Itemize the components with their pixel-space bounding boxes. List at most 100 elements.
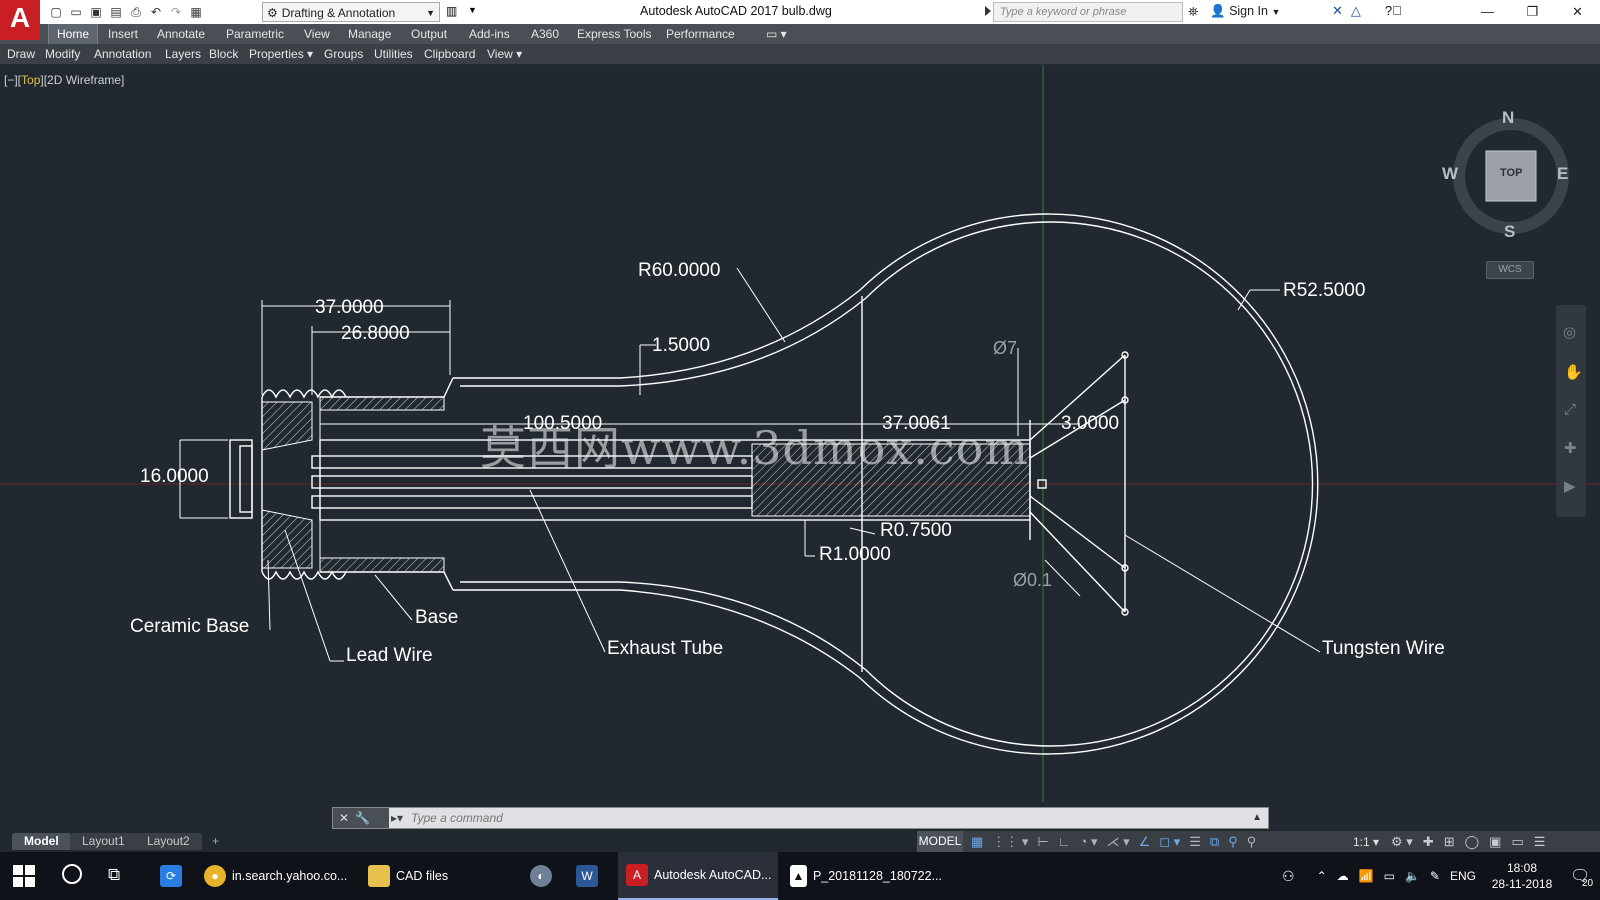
panel-utilities[interactable]: Utilities [374,47,413,61]
wcs-menu[interactable]: WCS [1486,261,1534,279]
orbit-icon[interactable]: ✚ [1564,439,1577,457]
compass-south[interactable]: S [1504,222,1515,242]
undo-icon[interactable]: ↶ [148,4,164,20]
transparency-icon[interactable]: ⧉ [1210,834,1219,850]
panel-properties[interactable]: Properties ▾ [249,47,313,61]
plus-icon[interactable]: ✚ [1423,834,1434,850]
tab-layout2[interactable]: Layout2 [135,833,202,850]
units-icon[interactable]: ⊞ [1444,834,1455,850]
plot-icon[interactable]: ⎙ [128,4,144,20]
notification-center-button[interactable]: 🗨 20 [1560,852,1600,900]
chevron-up-icon[interactable]: ▲ [1252,812,1262,823]
isodraft-icon[interactable]: ⋌ ▾ [1107,834,1130,850]
tab-add-ins[interactable]: Add-ins [469,27,510,41]
annotation-visibility-icon[interactable]: ⚲ [1247,834,1257,850]
search-input[interactable]: Type a keyword or phrase [993,2,1183,22]
close-button[interactable]: ✕ [1555,0,1600,24]
workspace-gear-icon[interactable]: ⚙ ▾ [1391,834,1413,850]
battery-icon[interactable]: ▭ [1384,869,1395,883]
tab-a360[interactable]: A360 [531,27,559,41]
showmotion-icon[interactable]: ▶ [1564,477,1576,495]
compass-east[interactable]: E [1557,164,1568,184]
tab-express-tools[interactable]: Express Tools [577,27,651,41]
volume-icon[interactable]: 🔈 [1405,869,1420,883]
panel-draw[interactable]: Draw [7,47,35,61]
panel-block[interactable]: Block [209,47,238,61]
recent-commands-icon[interactable]: ▸▾ [391,811,403,825]
snap-icon[interactable]: ⋮⋮ ▾ [992,834,1028,850]
visual-style-label[interactable]: ][2D Wireframe] [40,73,124,87]
compass-north[interactable]: N [1502,108,1514,128]
add-layout-button[interactable]: + [200,833,231,850]
qat-menu-icon[interactable]: ▼ [468,5,477,15]
language-indicator[interactable]: ENG [1450,869,1476,883]
tab-view[interactable]: View [304,27,330,41]
tab-layout1[interactable]: Layout1 [70,833,137,850]
layer-icon[interactable]: ▥ [446,4,457,18]
restore-button[interactable]: ❐ [1510,0,1555,24]
panel-groups[interactable]: Groups [324,47,363,61]
tab-annotate[interactable]: Annotate [157,27,205,41]
selection-cycling-icon[interactable]: ⚲ [1228,834,1238,850]
polar-icon[interactable]: ◔ ▾ [1080,834,1098,850]
new-file-icon[interactable]: ▢ [48,4,64,20]
binoculars-icon[interactable]: ⛯ [1188,4,1198,20]
drawing-viewport[interactable]: 37.0000 26.8000 16.0000 1.5000 R60.0000 … [0,65,1600,802]
tab-parametric[interactable]: Parametric [226,27,284,41]
viewport-menu[interactable]: [−][ [4,73,21,87]
taskbar-photo[interactable]: ▲ P_20181128_180722... [782,852,942,900]
help-icon[interactable]: ?⃝ [1385,3,1402,19]
workspace-dropdown[interactable]: ⚙ Drafting & Annotation ▼ [262,2,440,22]
viewcube-face[interactable]: TOP [1500,167,1522,179]
taskbar-chrome[interactable]: ● in.search.yahoo.co... [196,852,356,900]
object-snap-tracking-icon[interactable]: ∠ [1139,834,1151,850]
panel-annotation[interactable]: Annotation [94,47,151,61]
close-icon[interactable]: ✕ [339,811,349,825]
taskbar-cad-files[interactable]: CAD files [360,852,510,900]
save-as-icon[interactable]: ▤ [108,4,124,20]
panel-clipboard[interactable]: Clipboard [424,47,475,61]
viewport-controls[interactable]: [−][Top][2D Wireframe] [4,73,124,87]
sign-in-button[interactable]: 👤 Sign In ▼ [1210,4,1280,19]
people-icon[interactable]: ⚇ [1282,868,1295,885]
a360-icon[interactable]: △ [1351,3,1361,19]
exchange-icon[interactable]: ✕ [1332,3,1343,19]
command-line[interactable]: ✕ 🔧 ▸▾ Type a command ▲ [332,807,1269,829]
ribbon-toggle-icon[interactable]: ▭ ▾ [766,27,787,41]
panel-modify[interactable]: Modify [45,47,80,61]
hardware-icon[interactable]: ▣ [1489,834,1501,850]
infer-icon[interactable]: ⊢ [1037,834,1048,850]
zoom-extents-icon[interactable]: ⤢ [1564,401,1576,418]
redo-icon[interactable]: ↷ [168,4,184,20]
clean-screen-icon[interactable]: ▭ [1511,834,1523,850]
wrench-icon[interactable]: 🔧 [355,811,370,825]
wifi-icon[interactable]: 📶 [1359,869,1374,883]
ortho-icon[interactable]: ∟ [1058,834,1071,850]
minimize-button[interactable]: — [1465,0,1510,24]
tab-output[interactable]: Output [411,27,447,41]
tab-home[interactable]: Home [48,24,99,44]
taskbar-autocad[interactable]: A Autodesk AutoCAD... [618,852,778,900]
windows-start-icon[interactable] [12,864,36,888]
save-icon[interactable]: ▣ [88,4,104,20]
object-snap-icon[interactable]: ◻ ▾ [1159,834,1180,850]
search-icon[interactable] [62,864,82,884]
grid-icon[interactable]: ▦ [971,834,983,850]
customize-icon[interactable]: ☰ [1534,834,1546,850]
panel-view[interactable]: View ▾ [487,47,522,61]
steering-wheel-icon[interactable]: ◎ [1563,323,1576,341]
lineweight-icon[interactable]: ☰ [1189,834,1201,850]
taskbar-word[interactable]: W [568,852,612,900]
command-input[interactable]: Type a command [411,811,503,825]
annotation-scale[interactable]: 1:1 ▾ [1353,835,1379,849]
panel-layers[interactable]: Layers [165,47,201,61]
search-expand-icon[interactable] [985,6,991,16]
model-space-button[interactable]: MODEL [917,831,963,852]
taskbar-paint[interactable]: ◐ [522,852,566,900]
tab-manage[interactable]: Manage [348,27,391,41]
cloud-icon[interactable]: ☁ [1337,869,1349,883]
taskbar-edge-app[interactable]: ⟳ [152,852,188,900]
compass-west[interactable]: W [1442,164,1458,184]
tab-performance[interactable]: Performance [666,27,735,41]
application-menu-button[interactable]: A [0,0,40,40]
